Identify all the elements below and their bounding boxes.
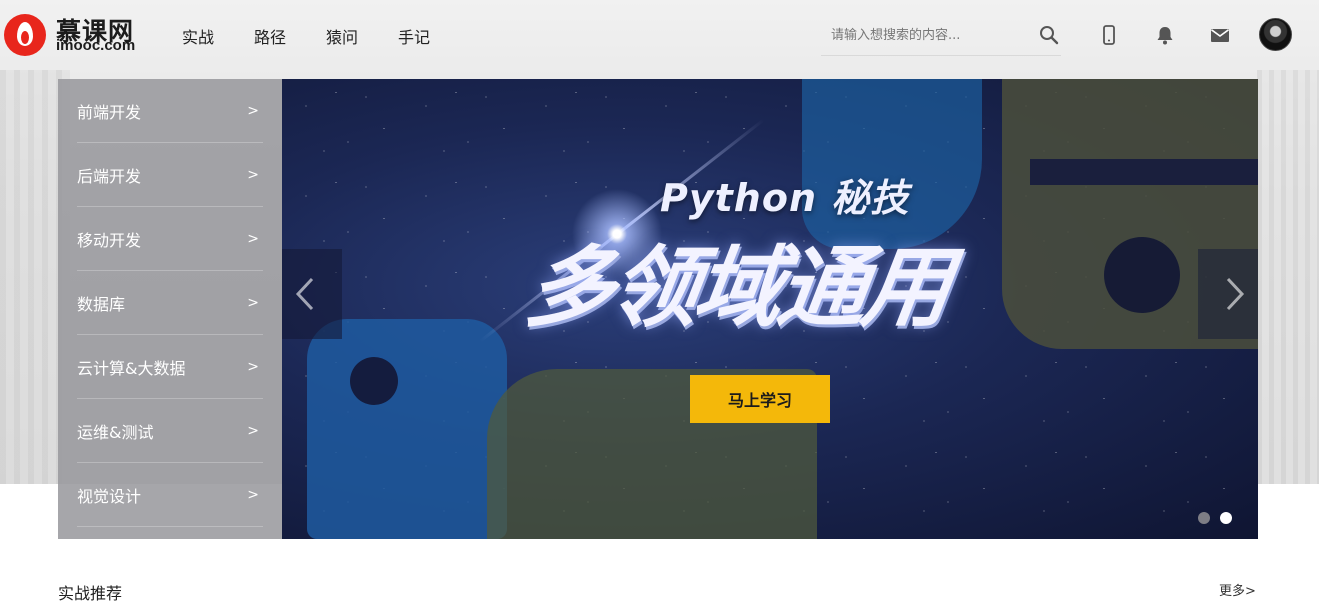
- nav-item-shizhan[interactable]: 实战: [182, 24, 214, 48]
- search-box: [821, 14, 1061, 56]
- chevron-right-icon: >: [247, 294, 259, 311]
- nav-item-lujing[interactable]: 路径: [254, 24, 286, 48]
- banner-title: 多领域通用: [519, 236, 955, 339]
- section-title: 实战推荐: [58, 584, 123, 603]
- more-link[interactable]: 更多>: [1219, 580, 1256, 599]
- python-logo-shape: [1030, 159, 1258, 185]
- search-input[interactable]: [831, 24, 1031, 46]
- category-item-cloud-bigdata[interactable]: 云计算&大数据 >: [77, 335, 263, 399]
- site-logo[interactable]: 慕课网 imooc.com: [4, 14, 144, 56]
- carousel-dot[interactable]: [1198, 512, 1210, 524]
- category-label: 运维&测试: [77, 422, 154, 442]
- category-label: 移动开发: [77, 230, 142, 250]
- category-item-visual-design[interactable]: 视觉设计 >: [77, 463, 263, 527]
- nav-item-shouji[interactable]: 手记: [398, 24, 430, 48]
- category-menu: 前端开发 > 后端开发 > 移动开发 > 数据库 > 云计算&大数据 > 运维&…: [58, 79, 282, 539]
- banner-subtitle: Python 秘技: [660, 176, 910, 220]
- category-label: 数据库: [77, 294, 126, 314]
- category-item-mobile[interactable]: 移动开发 >: [77, 207, 263, 271]
- top-header: 慕课网 imooc.com 实战 路径 猿问 手记: [0, 0, 1319, 70]
- learn-now-button[interactable]: 马上学习: [690, 375, 830, 423]
- logo-text-en: imooc.com: [56, 37, 136, 54]
- python-logo-shape: [307, 319, 507, 539]
- python-logo-shape: [1104, 237, 1180, 313]
- category-item-ops-testing[interactable]: 运维&测试 >: [77, 399, 263, 463]
- chevron-right-icon: >: [247, 166, 259, 183]
- python-logo-shape: [350, 357, 398, 405]
- phone-icon[interactable]: [1098, 24, 1120, 46]
- logo-flame-icon: [4, 14, 46, 56]
- category-label: 视觉设计: [77, 486, 142, 506]
- category-item-backend[interactable]: 后端开发 >: [77, 143, 263, 207]
- category-label: 前端开发: [77, 102, 142, 122]
- chevron-right-icon: >: [247, 486, 259, 503]
- bell-icon[interactable]: [1154, 24, 1176, 46]
- mail-icon[interactable]: [1209, 24, 1231, 46]
- carousel-dot-active[interactable]: [1220, 512, 1232, 524]
- chevron-right-icon[interactable]: [1216, 269, 1252, 319]
- category-item-database[interactable]: 数据库 >: [77, 271, 263, 335]
- chevron-right-icon: >: [247, 102, 259, 119]
- search-icon[interactable]: [1039, 25, 1059, 45]
- chevron-right-icon: >: [247, 422, 259, 439]
- category-item-frontend[interactable]: 前端开发 >: [77, 79, 263, 143]
- hero-banner[interactable]: Python 秘技 多领域通用 马上学习: [282, 79, 1258, 539]
- avatar[interactable]: [1259, 18, 1292, 51]
- main-nav: 实战 路径 猿问 手记: [182, 24, 430, 48]
- chevron-left-icon[interactable]: [288, 269, 324, 319]
- chevron-right-icon: >: [247, 358, 259, 375]
- chevron-right-icon: >: [247, 230, 259, 247]
- nav-item-yuanwen[interactable]: 猿问: [326, 24, 358, 48]
- category-label: 后端开发: [77, 166, 142, 186]
- carousel-indicators: [1198, 512, 1232, 524]
- category-label: 云计算&大数据: [77, 358, 186, 378]
